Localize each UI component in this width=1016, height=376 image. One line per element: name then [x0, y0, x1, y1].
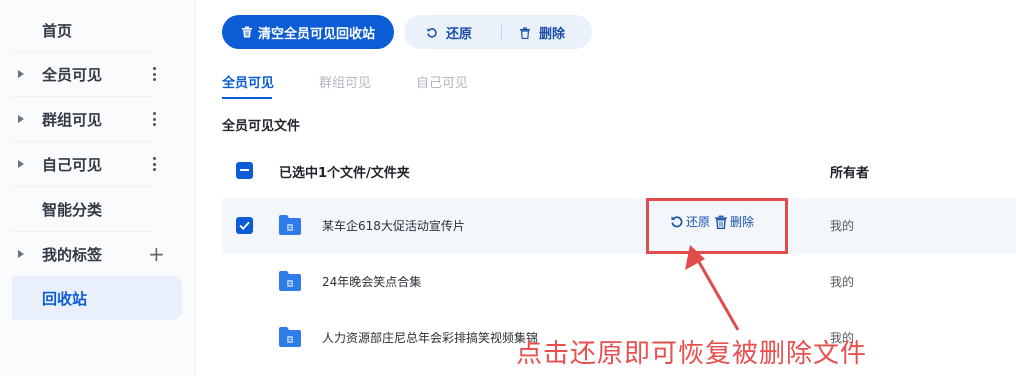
annotation-text: 点击还原即可恢复被删除文件 — [516, 339, 868, 369]
annotation-arrow-icon — [685, 245, 740, 331]
